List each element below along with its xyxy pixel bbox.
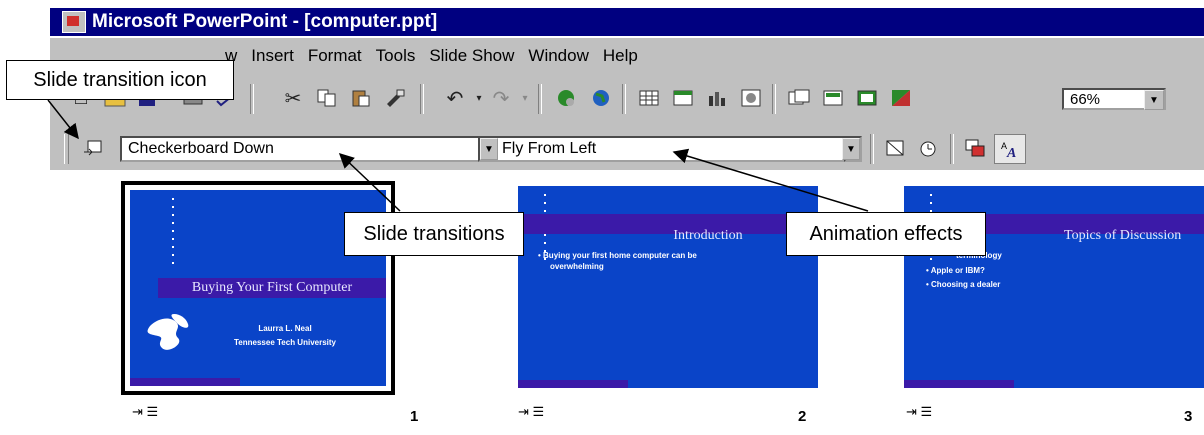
callout-slide-transitions: Slide transitions	[344, 212, 524, 256]
paste-icon[interactable]	[346, 84, 376, 112]
slide-transition-value: Checkerboard Down	[128, 140, 274, 157]
slide-bullet: overwhelming	[550, 262, 604, 271]
slide-bullet: • Apple or IBM?	[926, 266, 985, 275]
callout-animation-effects: Animation effects	[786, 212, 986, 256]
transition-indicator-icon[interactable]: ⇥ ☰	[906, 404, 932, 420]
globe-clipart	[147, 314, 189, 350]
apply-design-icon[interactable]	[852, 84, 882, 112]
preset-animation-value: Fly From Left	[502, 140, 597, 157]
hide-slide-icon[interactable]	[880, 134, 910, 162]
menu-slide-show[interactable]: Slide Show	[422, 46, 521, 66]
cut-icon[interactable]: ✂	[278, 84, 308, 112]
chevron-down-icon[interactable]: ▼	[842, 138, 860, 160]
window-title: Microsoft PowerPoint - [computer.ppt]	[92, 11, 438, 32]
menu-insert[interactable]: Insert	[244, 46, 301, 66]
toolbar-separator	[950, 134, 954, 164]
callout-text: Slide transition icon	[33, 68, 207, 91]
slide-number: 3	[1184, 408, 1193, 425]
toolbar-separator	[870, 134, 874, 164]
insert-hyperlink-icon[interactable]	[552, 84, 582, 112]
slide-sorter-toolbar: Checkerboard Down ▼ ▼ Fly From Left ▼ AA	[50, 128, 1204, 170]
menu-window[interactable]: Window	[521, 46, 595, 66]
toolbar-grip[interactable]	[64, 134, 69, 164]
grayscale-preview-icon[interactable]	[886, 84, 916, 112]
copy-icon[interactable]	[312, 84, 342, 112]
toolbar-separator	[538, 84, 542, 114]
powerpoint-app-icon[interactable]	[62, 11, 86, 33]
slide-title: Topics of Discussion	[1064, 228, 1182, 243]
transition-indicator-icon[interactable]: ⇥ ☰	[132, 404, 158, 420]
format-painter-icon[interactable]	[380, 84, 410, 112]
chevron-down-icon[interactable]: ▼	[480, 138, 498, 160]
redo-dropdown-icon[interactable]: ▾	[510, 84, 540, 112]
slide-bullet: • Buying your first home computer can be	[538, 251, 697, 260]
toolbar-separator	[420, 84, 424, 114]
menu-help[interactable]: Help	[596, 46, 645, 66]
rehearse-timings-icon[interactable]	[914, 134, 944, 162]
callout-text: Slide transitions	[363, 222, 505, 245]
show-formatting-icon[interactable]: AA	[994, 134, 1026, 164]
summary-slide-icon[interactable]	[960, 134, 990, 162]
svg-text:A: A	[1006, 146, 1016, 159]
web-toolbar-icon[interactable]	[586, 84, 616, 112]
preset-animation-dropdown[interactable]: ▼	[842, 136, 862, 162]
slide-footer-bar	[130, 378, 240, 386]
toolbar-separator	[250, 84, 254, 114]
insert-word-table-icon[interactable]	[634, 84, 664, 112]
preset-animation-combo[interactable]: ▼ Fly From Left	[478, 136, 860, 162]
callout-slide-transition-icon: Slide transition icon	[6, 60, 234, 100]
slide-transition-effects-combo[interactable]: Checkerboard Down ▼	[120, 136, 498, 162]
slide-title: Buying Your First Computer	[191, 280, 353, 295]
zoom-value: 66%	[1070, 90, 1101, 108]
callout-text: Animation effects	[809, 222, 963, 245]
new-slide-icon[interactable]	[784, 84, 814, 112]
menu-format[interactable]: Format	[301, 46, 369, 66]
slide-decoration	[172, 198, 174, 270]
slide-number: 1	[410, 408, 419, 425]
insert-excel-worksheet-icon[interactable]	[668, 84, 698, 112]
slide-footer-bar	[904, 380, 1014, 388]
title-bar: Microsoft PowerPoint - [computer.ppt]	[50, 8, 1204, 36]
zoom-box[interactable]: 66% ▼	[1062, 88, 1166, 110]
slide-sorter-pane: Buying Your First Computer Laurra L. Nea…	[50, 170, 1204, 435]
toolbar-separator	[772, 84, 776, 114]
toolbar-separator	[622, 84, 626, 114]
slide-thumbnail-2[interactable]: Introduction • Buying your first home co…	[518, 186, 818, 388]
insert-clip-art-icon[interactable]	[736, 84, 766, 112]
slide-transition-icon[interactable]	[78, 134, 108, 162]
slide-bullet: • Choosing a dealer	[926, 280, 1001, 289]
zoom-dropdown-icon[interactable]: ▼	[1144, 90, 1164, 110]
slide-title: Introduction	[673, 228, 743, 243]
insert-chart-icon[interactable]	[702, 84, 732, 112]
slide-footer-bar	[518, 380, 628, 388]
menu-tools[interactable]: Tools	[369, 46, 423, 66]
transition-indicator-icon[interactable]: ⇥ ☰	[518, 404, 544, 420]
slide-layout-icon[interactable]	[818, 84, 848, 112]
slide-subtitle-line: Tennessee Tech University	[234, 338, 336, 347]
slide-number: 2	[798, 408, 807, 425]
slide-subtitle-line: Laurra L. Neal	[258, 324, 312, 333]
